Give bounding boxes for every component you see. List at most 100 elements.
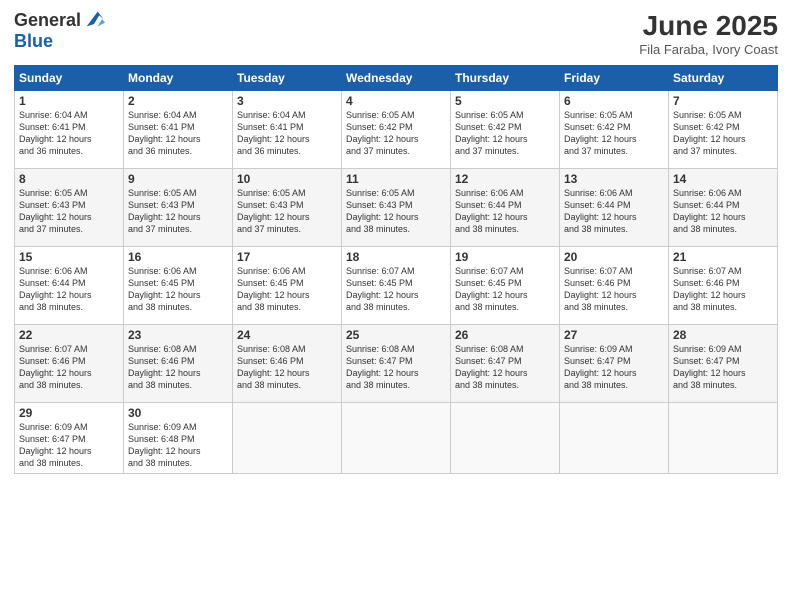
logo-general: General (14, 10, 81, 31)
day-info: Sunrise: 6:07 AMSunset: 6:46 PMDaylight:… (19, 343, 119, 392)
day-number: 17 (237, 250, 337, 264)
day-number: 28 (673, 328, 773, 342)
col-thursday: Thursday (451, 66, 560, 91)
day-number: 3 (237, 94, 337, 108)
table-row: 24Sunrise: 6:08 AMSunset: 6:46 PMDayligh… (233, 325, 342, 403)
day-info: Sunrise: 6:04 AMSunset: 6:41 PMDaylight:… (19, 109, 119, 158)
day-info: Sunrise: 6:06 AMSunset: 6:45 PMDaylight:… (128, 265, 228, 314)
table-row: 1Sunrise: 6:04 AMSunset: 6:41 PMDaylight… (15, 91, 124, 169)
day-info: Sunrise: 6:07 AMSunset: 6:45 PMDaylight:… (455, 265, 555, 314)
day-number: 6 (564, 94, 664, 108)
table-row: 23Sunrise: 6:08 AMSunset: 6:46 PMDayligh… (124, 325, 233, 403)
logo-blue: Blue (14, 31, 53, 51)
day-number: 7 (673, 94, 773, 108)
calendar-table: Sunday Monday Tuesday Wednesday Thursday… (14, 65, 778, 474)
day-info: Sunrise: 6:05 AMSunset: 6:42 PMDaylight:… (564, 109, 664, 158)
day-info: Sunrise: 6:09 AMSunset: 6:47 PMDaylight:… (564, 343, 664, 392)
table-row: 25Sunrise: 6:08 AMSunset: 6:47 PMDayligh… (342, 325, 451, 403)
title-block: June 2025 Fila Faraba, Ivory Coast (639, 10, 778, 57)
day-info: Sunrise: 6:09 AMSunset: 6:48 PMDaylight:… (128, 421, 228, 470)
table-row: 13Sunrise: 6:06 AMSunset: 6:44 PMDayligh… (560, 169, 669, 247)
day-number: 23 (128, 328, 228, 342)
table-row: 26Sunrise: 6:08 AMSunset: 6:47 PMDayligh… (451, 325, 560, 403)
table-row: 30Sunrise: 6:09 AMSunset: 6:48 PMDayligh… (124, 403, 233, 474)
table-row (233, 403, 342, 474)
table-row: 17Sunrise: 6:06 AMSunset: 6:45 PMDayligh… (233, 247, 342, 325)
table-row: 28Sunrise: 6:09 AMSunset: 6:47 PMDayligh… (669, 325, 778, 403)
col-saturday: Saturday (669, 66, 778, 91)
day-info: Sunrise: 6:05 AMSunset: 6:42 PMDaylight:… (673, 109, 773, 158)
day-info: Sunrise: 6:05 AMSunset: 6:43 PMDaylight:… (128, 187, 228, 236)
day-info: Sunrise: 6:04 AMSunset: 6:41 PMDaylight:… (237, 109, 337, 158)
col-friday: Friday (560, 66, 669, 91)
logo-text-block: General Blue (14, 10, 105, 52)
day-info: Sunrise: 6:04 AMSunset: 6:41 PMDaylight:… (128, 109, 228, 158)
day-number: 21 (673, 250, 773, 264)
day-info: Sunrise: 6:05 AMSunset: 6:42 PMDaylight:… (455, 109, 555, 158)
day-number: 22 (19, 328, 119, 342)
calendar-header-row: Sunday Monday Tuesday Wednesday Thursday… (15, 66, 778, 91)
day-number: 5 (455, 94, 555, 108)
table-row: 6Sunrise: 6:05 AMSunset: 6:42 PMDaylight… (560, 91, 669, 169)
day-info: Sunrise: 6:05 AMSunset: 6:43 PMDaylight:… (237, 187, 337, 236)
day-number: 11 (346, 172, 446, 186)
day-info: Sunrise: 6:05 AMSunset: 6:43 PMDaylight:… (346, 187, 446, 236)
day-number: 30 (128, 406, 228, 420)
day-number: 15 (19, 250, 119, 264)
day-number: 16 (128, 250, 228, 264)
day-number: 12 (455, 172, 555, 186)
day-number: 4 (346, 94, 446, 108)
day-info: Sunrise: 6:08 AMSunset: 6:46 PMDaylight:… (128, 343, 228, 392)
day-number: 20 (564, 250, 664, 264)
table-row: 19Sunrise: 6:07 AMSunset: 6:45 PMDayligh… (451, 247, 560, 325)
day-info: Sunrise: 6:09 AMSunset: 6:47 PMDaylight:… (19, 421, 119, 470)
table-row: 18Sunrise: 6:07 AMSunset: 6:45 PMDayligh… (342, 247, 451, 325)
day-number: 14 (673, 172, 773, 186)
table-row: 10Sunrise: 6:05 AMSunset: 6:43 PMDayligh… (233, 169, 342, 247)
day-info: Sunrise: 6:06 AMSunset: 6:44 PMDaylight:… (564, 187, 664, 236)
table-row: 3Sunrise: 6:04 AMSunset: 6:41 PMDaylight… (233, 91, 342, 169)
col-sunday: Sunday (15, 66, 124, 91)
table-row: 5Sunrise: 6:05 AMSunset: 6:42 PMDaylight… (451, 91, 560, 169)
table-row: 27Sunrise: 6:09 AMSunset: 6:47 PMDayligh… (560, 325, 669, 403)
day-number: 27 (564, 328, 664, 342)
day-number: 25 (346, 328, 446, 342)
day-info: Sunrise: 6:06 AMSunset: 6:45 PMDaylight:… (237, 265, 337, 314)
col-wednesday: Wednesday (342, 66, 451, 91)
day-info: Sunrise: 6:06 AMSunset: 6:44 PMDaylight:… (19, 265, 119, 314)
day-number: 19 (455, 250, 555, 264)
day-info: Sunrise: 6:08 AMSunset: 6:46 PMDaylight:… (237, 343, 337, 392)
page: General Blue June 2025 Fila Faraba, Ivor… (0, 0, 792, 612)
table-row: 11Sunrise: 6:05 AMSunset: 6:43 PMDayligh… (342, 169, 451, 247)
table-row: 8Sunrise: 6:05 AMSunset: 6:43 PMDaylight… (15, 169, 124, 247)
logo-icon (83, 8, 105, 30)
table-row: 21Sunrise: 6:07 AMSunset: 6:46 PMDayligh… (669, 247, 778, 325)
table-row: 2Sunrise: 6:04 AMSunset: 6:41 PMDaylight… (124, 91, 233, 169)
subtitle: Fila Faraba, Ivory Coast (639, 42, 778, 57)
col-tuesday: Tuesday (233, 66, 342, 91)
day-info: Sunrise: 6:05 AMSunset: 6:42 PMDaylight:… (346, 109, 446, 158)
day-number: 26 (455, 328, 555, 342)
day-number: 10 (237, 172, 337, 186)
table-row (451, 403, 560, 474)
table-row: 12Sunrise: 6:06 AMSunset: 6:44 PMDayligh… (451, 169, 560, 247)
table-row (669, 403, 778, 474)
day-number: 24 (237, 328, 337, 342)
day-info: Sunrise: 6:05 AMSunset: 6:43 PMDaylight:… (19, 187, 119, 236)
table-row: 20Sunrise: 6:07 AMSunset: 6:46 PMDayligh… (560, 247, 669, 325)
logo: General Blue (14, 10, 105, 52)
day-number: 29 (19, 406, 119, 420)
table-row: 7Sunrise: 6:05 AMSunset: 6:42 PMDaylight… (669, 91, 778, 169)
day-number: 9 (128, 172, 228, 186)
table-row (560, 403, 669, 474)
day-info: Sunrise: 6:08 AMSunset: 6:47 PMDaylight:… (346, 343, 446, 392)
table-row: 15Sunrise: 6:06 AMSunset: 6:44 PMDayligh… (15, 247, 124, 325)
day-number: 18 (346, 250, 446, 264)
table-row (342, 403, 451, 474)
day-number: 13 (564, 172, 664, 186)
day-info: Sunrise: 6:07 AMSunset: 6:45 PMDaylight:… (346, 265, 446, 314)
day-info: Sunrise: 6:06 AMSunset: 6:44 PMDaylight:… (455, 187, 555, 236)
day-info: Sunrise: 6:07 AMSunset: 6:46 PMDaylight:… (673, 265, 773, 314)
table-row: 29Sunrise: 6:09 AMSunset: 6:47 PMDayligh… (15, 403, 124, 474)
table-row: 14Sunrise: 6:06 AMSunset: 6:44 PMDayligh… (669, 169, 778, 247)
